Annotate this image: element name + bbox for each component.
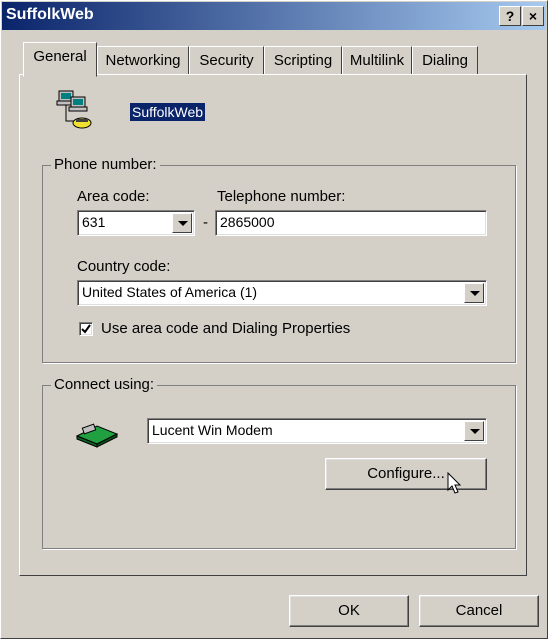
telephone-number-value: 2865000	[220, 214, 275, 230]
area-code-dropdown-button[interactable]	[172, 213, 192, 233]
area-code-value: 631	[82, 214, 106, 230]
modem-icon	[75, 420, 119, 448]
country-code-dropdown-button[interactable]	[464, 283, 484, 303]
phone-number-group: Phone number: Area code: Telephone numbe…	[42, 156, 516, 363]
cancel-button-label: Cancel	[455, 602, 503, 619]
country-code-combo[interactable]: United States of America (1)	[77, 280, 487, 306]
mouse-cursor-icon	[447, 471, 463, 496]
general-tab-panel: SuffolkWeb Phone number: Area code: Tele…	[19, 74, 527, 576]
country-code-label: Country code:	[77, 258, 171, 275]
modem-combo[interactable]: Lucent Win Modem	[147, 418, 487, 444]
network-computers-icon	[56, 89, 96, 133]
modem-value: Lucent Win Modem	[152, 422, 273, 438]
ok-button-label: OK	[338, 602, 360, 619]
properties-dialog: SuffolkWeb ? × General Networking Securi…	[0, 0, 548, 639]
tab-scripting[interactable]: Scripting	[264, 46, 342, 74]
use-area-code-label[interactable]: Use area code and Dialing Properties	[101, 320, 350, 337]
telephone-number-label: Telephone number:	[217, 188, 346, 205]
telephone-number-input[interactable]: 2865000	[215, 210, 487, 236]
cancel-button[interactable]: Cancel	[419, 595, 539, 627]
area-code-label: Area code:	[77, 188, 150, 205]
connect-using-legend: Connect using:	[51, 376, 158, 393]
area-code-combo[interactable]: 631	[77, 210, 195, 236]
connection-name[interactable]: SuffolkWeb	[130, 103, 206, 121]
connect-using-group: Connect using: Lucent Win Modem Configur…	[42, 376, 516, 549]
check-mark-icon	[81, 324, 91, 334]
ok-button[interactable]: OK	[289, 595, 409, 627]
configure-button-label: Configure...	[367, 465, 445, 482]
help-button[interactable]: ?	[499, 6, 521, 26]
title-bar[interactable]: SuffolkWeb ? ×	[2, 2, 546, 30]
use-area-code-checkbox[interactable]	[79, 322, 93, 336]
tab-security[interactable]: Security	[189, 46, 264, 74]
tab-networking[interactable]: Networking	[97, 46, 189, 74]
tab-multilink[interactable]: Multilink	[342, 46, 412, 74]
dash-separator: -	[203, 214, 208, 231]
window-title: SuffolkWeb	[6, 6, 94, 23]
country-code-value: United States of America (1)	[82, 284, 258, 300]
modem-dropdown-button[interactable]	[464, 421, 484, 441]
close-button[interactable]: ×	[522, 6, 544, 26]
tab-general[interactable]: General	[23, 42, 97, 77]
tab-dialing[interactable]: Dialing	[412, 46, 478, 74]
phone-number-legend: Phone number:	[51, 156, 160, 173]
